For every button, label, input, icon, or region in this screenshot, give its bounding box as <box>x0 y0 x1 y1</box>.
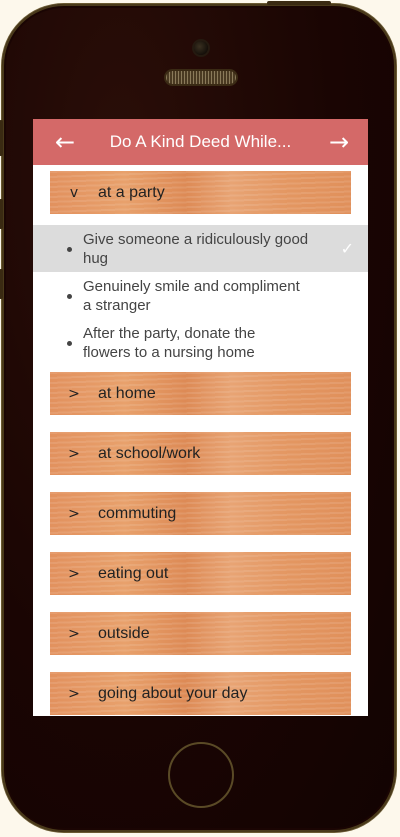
chevron-right-icon: > <box>68 505 80 522</box>
page-title: Do A Kind Deed While... <box>109 132 292 151</box>
item-line: After the party, donate the <box>83 325 256 342</box>
app-screen: ← Do A Kind Deed While... → v at a party… <box>33 119 368 716</box>
arrow-left-icon[interactable]: ← <box>42 119 88 165</box>
item-line: hug <box>83 250 109 267</box>
list-item-hug[interactable]: Give someone a ridiculously good hug ✓ <box>33 225 368 272</box>
chevron-right-icon: > <box>68 445 80 462</box>
category-eating-out[interactable]: > eating out <box>50 552 351 595</box>
chevron-right-icon: > <box>68 685 80 702</box>
check-icon: ✓ <box>340 238 354 258</box>
speaker-grille <box>166 71 236 84</box>
volume-down-button <box>0 269 3 299</box>
item-line: Give someone a ridiculously good <box>83 231 309 248</box>
category-outside[interactable]: > outside <box>50 612 351 655</box>
list-item-smile[interactable]: Genuinely smile and compliment a strange… <box>33 272 368 319</box>
bullet-icon <box>67 293 72 299</box>
category-label: eating out <box>98 564 169 582</box>
category-label: outside <box>98 624 150 642</box>
category-label: at school/work <box>98 444 201 462</box>
category-at-school-work[interactable]: > at school/work <box>50 432 351 475</box>
camera-icon <box>194 41 208 55</box>
app-bar: ← Do A Kind Deed While... → <box>33 119 368 165</box>
category-commuting[interactable]: > commuting <box>50 492 351 535</box>
category-label: at home <box>98 384 156 402</box>
category-label: at a party <box>98 183 165 201</box>
category-label: going about your day <box>98 684 248 702</box>
item-text: Give someone a ridiculously good hug <box>83 230 328 268</box>
bullet-icon <box>67 246 72 252</box>
chevron-right-icon: > <box>68 625 80 642</box>
bullet-icon <box>67 340 72 346</box>
list-item-donate-flowers[interactable]: After the party, donate the flowers to a… <box>33 319 368 366</box>
arrow-right-icon[interactable]: → <box>316 119 362 165</box>
chevron-right-icon: > <box>68 565 80 582</box>
item-line: Genuinely smile and compliment <box>83 278 300 295</box>
side-button <box>0 120 3 156</box>
chevron-right-icon: > <box>68 385 80 402</box>
item-text: After the party, donate the flowers to a… <box>83 324 328 362</box>
category-at-a-party[interactable]: v at a party <box>50 171 351 214</box>
item-line: flowers to a nursing home <box>83 344 255 361</box>
category-going-about-your-day[interactable]: > going about your day <box>50 672 351 715</box>
item-line: a stranger <box>83 297 151 314</box>
category-at-home[interactable]: > at home <box>50 372 351 415</box>
item-text: Genuinely smile and compliment a strange… <box>83 277 328 315</box>
volume-up-button <box>0 199 3 229</box>
home-button[interactable] <box>168 742 234 808</box>
chevron-down-icon: v <box>69 184 79 201</box>
category-label: commuting <box>98 504 177 522</box>
power-button <box>267 1 331 5</box>
